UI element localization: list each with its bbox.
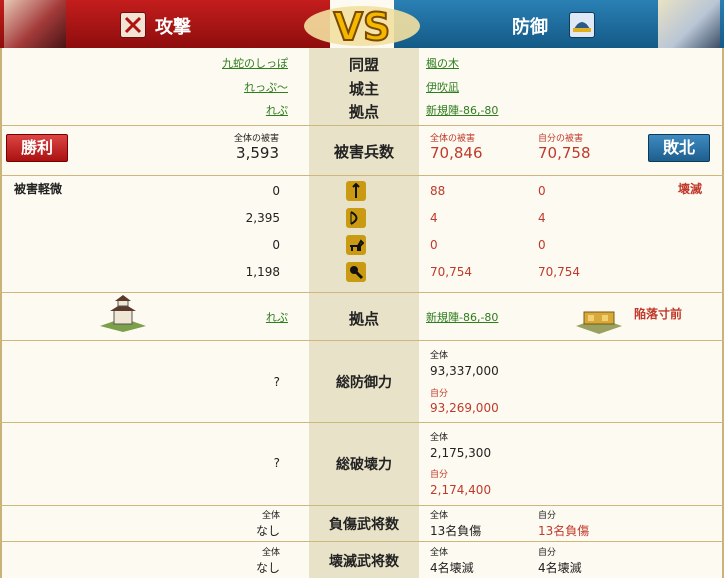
defender-base-link-2[interactable]: 新規陣-86,-80 [426,309,498,325]
injured-def-self-label: 自分 [538,511,557,521]
alliance-label: 同盟 [348,56,379,74]
attacker-defense-power: ? [273,375,280,389]
battle-report: 攻撃 防御 VS 同盟 九蛇のしっぽ 楓の木 城主 れっぷ〜 伊吹凪 拠点 れぷ… [0,0,724,578]
attacker-total-damage: 3,593 [236,144,279,162]
destroyed-att-label: 全体 [261,548,280,558]
injured-generals-label: 負傷武将数 [329,517,399,533]
helmet-icon [569,12,595,38]
defeat-badge: 敗北 [648,134,710,162]
defender-siege-self: 70,754 [538,265,580,279]
defender-lord-link[interactable]: 伊吹凪 [426,79,459,95]
attacker-base-link-2[interactable]: れぷ [266,309,288,325]
defender-total-damage-label: 全体の被害 [430,134,476,144]
defender-base-link[interactable]: 新規陣-86,-80 [426,102,498,118]
attacker-status: 被害軽微 [14,182,63,196]
destruction-self-label: 自分 [430,470,449,480]
castle-icon [100,295,146,332]
defender-total-damage: 70,846 [430,144,483,162]
defender-siege-total: 70,754 [430,265,472,279]
defender-injured-total: 13名負傷 [430,524,482,538]
attack-title: 攻撃 [155,17,191,38]
siege-icon [346,262,366,282]
injured-att-label: 全体 [261,511,280,521]
defense-total: 93,337,000 [430,364,499,378]
injured-def-total-label: 全体 [430,511,449,521]
base-label: 拠点 [348,103,379,121]
defender-destroyed-self: 4名壊滅 [538,561,582,575]
divider [0,505,724,506]
attacker-alliance-link[interactable]: 九蛇のしっぽ [222,55,288,71]
defense-self: 93,269,000 [430,401,499,415]
camp-icon [576,311,622,334]
bow-icon [346,208,366,228]
defender-self-damage: 70,758 [538,144,591,162]
defender-spear-self: 0 [538,184,546,198]
base-label-2: 拠点 [348,310,379,328]
defender-horse-total: 0 [430,238,438,252]
defender-injured-self: 13名負傷 [538,524,590,538]
horse-icon [346,235,366,255]
victory-badge: 勝利 [6,134,68,162]
attacker-destroyed: なし [255,561,280,575]
crossed-swords-icon [120,12,146,38]
divider [0,125,724,126]
casualties-label: 被害兵数 [333,143,394,161]
attacker-siege-loss: 1,198 [245,265,280,279]
destruction-total-label: 全体 [430,433,449,443]
destruction-power-label: 総破壊力 [336,457,392,473]
defense-self-label: 自分 [430,389,449,399]
divider [0,340,724,341]
defender-bow-self: 4 [538,211,546,225]
attacker-destruction-power: ? [273,456,280,470]
defense-power-label: 総防御力 [336,375,392,391]
vs-emblem: VS [304,4,420,48]
attacker-spear-loss: 0 [272,184,280,198]
divider [0,292,724,293]
attacker-horse-loss: 0 [272,238,280,252]
attacker-injured: なし [255,524,280,538]
defender-portrait [658,0,720,48]
destroyed-def-total-label: 全体 [430,548,449,558]
divider [0,541,724,542]
destruction-self: 2,174,400 [430,483,492,497]
attacker-bow-loss: 2,395 [245,211,280,225]
lord-label: 城主 [348,80,379,98]
defender-self-damage-label: 自分の被害 [538,134,584,144]
vs-text: VS [334,5,391,48]
attacker-portrait [4,0,66,48]
left-border [0,48,2,578]
defender-bow-total: 4 [430,211,438,225]
attacker-base-link[interactable]: れぷ [266,102,288,118]
report-header: 攻撃 防御 VS [0,0,724,48]
destroyed-generals-label: 壊滅武将数 [329,554,399,570]
defender-horse-self: 0 [538,238,546,252]
defender-destroyed-total: 4名壊滅 [430,561,474,575]
destroyed-def-self-label: 自分 [538,548,557,558]
attacker-lord-link[interactable]: れっぷ〜 [244,79,288,95]
attacker-total-damage-label: 全体の被害 [233,134,279,144]
defender-alliance-link[interactable]: 楓の木 [426,55,459,71]
defender-spear-total: 88 [430,184,446,198]
defense-title: 防御 [512,17,548,38]
defender-status: 壊滅 [677,182,702,196]
destruction-total: 2,175,300 [430,446,492,460]
defender-base-status: 陥落寸前 [634,307,683,321]
defense-total-label: 全体 [430,351,449,361]
divider [0,175,724,176]
divider [0,422,724,423]
spear-icon [346,181,366,201]
